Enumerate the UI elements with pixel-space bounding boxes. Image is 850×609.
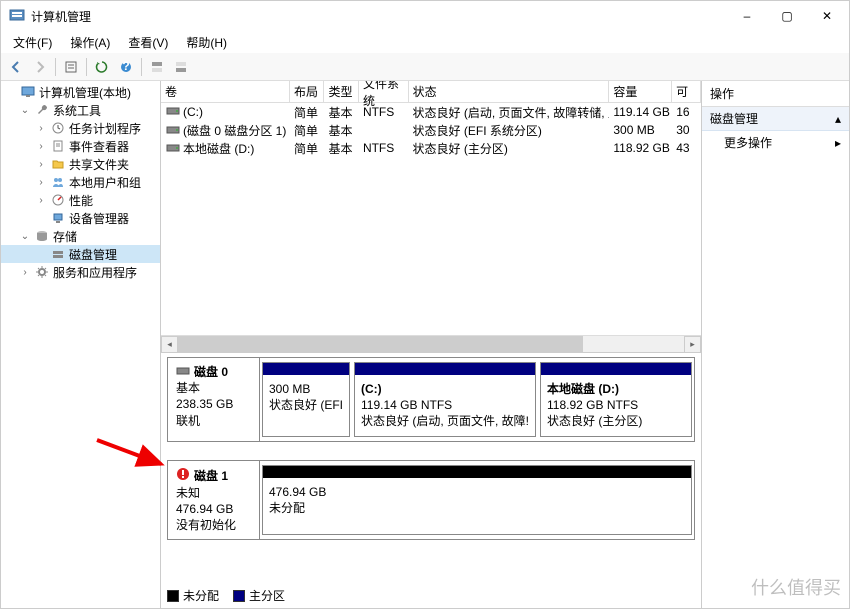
tree-storage[interactable]: ⌄存储 bbox=[1, 227, 160, 245]
tree-panel: 计算机管理(本地) ⌄系统工具 ›任务计划程序 ›事件查看器 ›共享文件夹 ›本… bbox=[1, 81, 161, 608]
menu-file[interactable]: 文件(F) bbox=[5, 32, 60, 53]
clock-icon bbox=[50, 120, 66, 136]
tree-disk-management[interactable]: 磁盘管理 bbox=[1, 245, 160, 263]
col-free[interactable]: 可 bbox=[672, 81, 701, 102]
center-panel: 卷 布局 类型 文件系统 状态 容量 可 (C:)简单基本NTFS状态良好 (启… bbox=[161, 81, 702, 608]
col-capacity[interactable]: 容量 bbox=[609, 81, 672, 102]
partition-bar bbox=[263, 466, 691, 478]
collapse-icon: ▴ bbox=[835, 112, 841, 126]
tree-root[interactable]: 计算机管理(本地) bbox=[1, 83, 160, 101]
log-icon bbox=[50, 138, 66, 154]
partition[interactable]: 476.94 GB未分配 bbox=[262, 465, 692, 536]
tree-performance[interactable]: ›性能 bbox=[1, 191, 160, 209]
volume-table: 卷 布局 类型 文件系统 状态 容量 可 (C:)简单基本NTFS状态良好 (启… bbox=[161, 81, 701, 353]
legend-primary-swatch bbox=[233, 590, 245, 602]
menu-help[interactable]: 帮助(H) bbox=[178, 32, 235, 53]
services-icon bbox=[34, 264, 50, 280]
partition-bar bbox=[541, 363, 691, 375]
drive-icon bbox=[165, 106, 181, 116]
close-button[interactable]: ✕ bbox=[807, 2, 847, 30]
legend-primary-label: 主分区 bbox=[249, 587, 285, 604]
refresh-button[interactable] bbox=[91, 56, 113, 78]
legend: 未分配 主分区 bbox=[167, 587, 285, 604]
menubar: 文件(F) 操作(A) 查看(V) 帮助(H) bbox=[1, 31, 849, 53]
col-volume[interactable]: 卷 bbox=[161, 81, 290, 102]
storage-icon bbox=[34, 228, 50, 244]
col-filesystem[interactable]: 文件系统 bbox=[359, 81, 409, 102]
forward-button[interactable] bbox=[29, 56, 51, 78]
help-button[interactable]: ? bbox=[115, 56, 137, 78]
svg-text:?: ? bbox=[122, 60, 129, 73]
wrench-icon bbox=[34, 102, 50, 118]
partition-bar bbox=[355, 363, 535, 375]
users-icon bbox=[50, 174, 66, 190]
minimize-button[interactable]: – bbox=[727, 2, 767, 30]
tree-event-viewer[interactable]: ›事件查看器 bbox=[1, 137, 160, 155]
tree-task-scheduler[interactable]: ›任务计划程序 bbox=[1, 119, 160, 137]
view-top-button[interactable] bbox=[146, 56, 168, 78]
view-bottom-button[interactable] bbox=[170, 56, 192, 78]
properties-button[interactable] bbox=[60, 56, 82, 78]
legend-unalloc-swatch bbox=[167, 590, 179, 602]
scroll-left-button[interactable]: ◂ bbox=[161, 336, 178, 353]
partition[interactable]: (C:)119.14 GB NTFS状态良好 (启动, 页面文件, 故障! bbox=[354, 362, 536, 437]
disk-mgmt-icon bbox=[50, 246, 66, 262]
disk-block: 磁盘 1未知476.94 GB没有初始化476.94 GB未分配 bbox=[167, 460, 695, 541]
device-icon bbox=[50, 210, 66, 226]
tree-services[interactable]: ›服务和应用程序 bbox=[1, 263, 160, 281]
back-button[interactable] bbox=[5, 56, 27, 78]
tree-device-manager[interactable]: 设备管理器 bbox=[1, 209, 160, 227]
partition-bar bbox=[263, 363, 349, 375]
actions-panel: 操作 磁盘管理▴ 更多操作▸ bbox=[702, 81, 849, 608]
tree-system-tools[interactable]: ⌄系统工具 bbox=[1, 101, 160, 119]
menu-action[interactable]: 操作(A) bbox=[62, 32, 118, 53]
actions-header: 操作 bbox=[702, 81, 849, 107]
submenu-icon: ▸ bbox=[835, 136, 841, 150]
col-type[interactable]: 类型 bbox=[324, 81, 359, 102]
computer-icon bbox=[20, 84, 36, 100]
performance-icon bbox=[50, 192, 66, 208]
window-title: 计算机管理 bbox=[31, 8, 727, 25]
disk-graphics-area: 磁盘 0基本238.35 GB联机300 MB状态良好 (EFI(C:)119.… bbox=[161, 353, 701, 608]
partition[interactable]: 本地磁盘 (D:)118.92 GB NTFS状态良好 (主分区) bbox=[540, 362, 692, 437]
col-status[interactable]: 状态 bbox=[409, 81, 610, 102]
tree-shared-folders[interactable]: ›共享文件夹 bbox=[1, 155, 160, 173]
disk-block: 磁盘 0基本238.35 GB联机300 MB状态良好 (EFI(C:)119.… bbox=[167, 357, 695, 442]
volume-row[interactable]: (C:)简单基本NTFS状态良好 (启动, 页面文件, 故障转储, 主分区)11… bbox=[161, 103, 701, 121]
legend-unalloc-label: 未分配 bbox=[183, 587, 219, 604]
actions-more[interactable]: 更多操作▸ bbox=[702, 131, 849, 154]
scroll-right-button[interactable]: ▸ bbox=[684, 336, 701, 353]
scroll-thumb[interactable] bbox=[178, 336, 583, 353]
menu-view[interactable]: 查看(V) bbox=[120, 32, 176, 53]
volume-table-header: 卷 布局 类型 文件系统 状态 容量 可 bbox=[161, 81, 701, 103]
folder-share-icon bbox=[50, 156, 66, 172]
partition[interactable]: 300 MB状态良好 (EFI bbox=[262, 362, 350, 437]
volume-row[interactable]: (磁盘 0 磁盘分区 1)简单基本状态良好 (EFI 系统分区)300 MB30 bbox=[161, 121, 701, 139]
actions-category[interactable]: 磁盘管理▴ bbox=[702, 107, 849, 131]
maximize-button[interactable]: ▢ bbox=[767, 2, 807, 30]
volume-row[interactable]: 本地磁盘 (D:)简单基本NTFS状态良好 (主分区)118.92 GB43 bbox=[161, 139, 701, 157]
tree-local-users[interactable]: ›本地用户和组 bbox=[1, 173, 160, 191]
disk-icon bbox=[176, 467, 190, 485]
toolbar: ? bbox=[1, 53, 849, 81]
col-layout[interactable]: 布局 bbox=[290, 81, 325, 102]
disk-label[interactable]: 磁盘 1未知476.94 GB没有初始化 bbox=[168, 461, 260, 540]
horizontal-scrollbar[interactable]: ◂ ▸ bbox=[161, 335, 701, 352]
app-icon bbox=[9, 8, 25, 24]
drive-icon bbox=[165, 125, 181, 135]
titlebar: 计算机管理 – ▢ ✕ bbox=[1, 1, 849, 31]
disk-icon bbox=[176, 364, 190, 380]
disk-label[interactable]: 磁盘 0基本238.35 GB联机 bbox=[168, 358, 260, 441]
drive-icon bbox=[165, 143, 181, 153]
